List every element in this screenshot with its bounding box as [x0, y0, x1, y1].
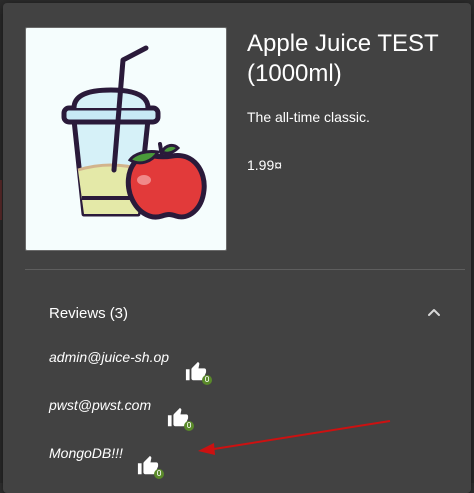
review-author: MongoDB!!!: [49, 445, 123, 461]
reviews-title: Reviews (3): [49, 305, 128, 322]
product-description: The all-time classic.: [247, 109, 370, 125]
reviews-count: (3): [109, 305, 129, 322]
section-divider: [25, 269, 465, 270]
review-item: pwst@pwst.com 0: [49, 397, 349, 441]
product-image: [25, 27, 227, 251]
like-count-badge: 0: [202, 375, 212, 385]
product-details-dialog: Apple Juice TEST (1000ml) The all-time c…: [3, 3, 471, 493]
like-review-button[interactable]: 0: [137, 455, 167, 481]
review-author: admin@juice-sh.op: [49, 349, 170, 365]
like-review-button[interactable]: 0: [185, 361, 215, 387]
backdrop-edge: [0, 180, 2, 220]
like-count-badge: 0: [184, 421, 194, 431]
like-review-button[interactable]: 0: [167, 407, 197, 433]
review-item: MongoDB!!! 0: [49, 445, 349, 489]
chevron-up-icon[interactable]: [427, 305, 441, 319]
apple-juice-illustration-icon: [61, 45, 207, 220]
review-author: pwst@pwst.com: [49, 397, 152, 413]
review-item: admin@juice-sh.op 0: [49, 349, 349, 393]
reviews-expansion-header[interactable]: Reviews (3): [49, 299, 449, 327]
reviews-label: Reviews: [49, 305, 106, 322]
product-title: Apple Juice TEST (1000ml): [247, 30, 439, 87]
product-price: 1.99¤: [247, 157, 283, 173]
like-count-badge: 0: [154, 469, 164, 479]
